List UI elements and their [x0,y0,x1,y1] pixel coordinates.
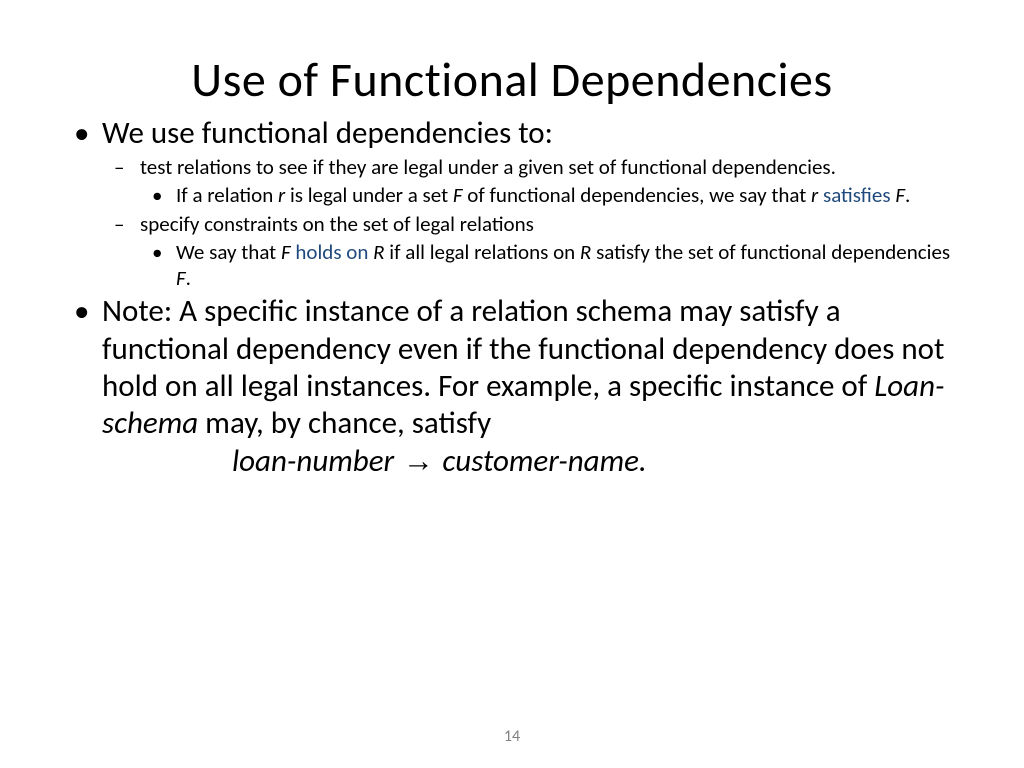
bullet-2: Note: A specific instance of a relation … [60,293,964,481]
bullet-list: We use functional dependencies to: test … [60,115,964,481]
fd-expression: loan-number → customer-name. [232,442,964,481]
t: satisfy the set of functional dependenci… [591,239,950,265]
note-text-pre: Note: A specific instance of a relation … [102,292,944,404]
var-R2: R [580,239,591,265]
t: . [186,265,191,291]
bullet-1b-sublist: We say that F holds on R if all legal re… [140,239,964,292]
slide: Use of Functional Dependencies We use fu… [0,0,1024,768]
var-F: F [453,182,463,208]
t: is legal under a set [285,182,453,208]
var-F4: F [176,265,186,291]
bullet-1a-sublist: If a relation r is legal under a set F o… [140,182,964,208]
fd-right: customer-name. [442,442,646,480]
bullet-1-sublist: test relations to see if they are legal … [102,154,964,291]
t: of functional dependencies, we say that [463,182,812,208]
note-text-post: may, by chance, satisfy [198,404,491,442]
bullet-1-text: We use functional dependencies to: [102,114,553,152]
page-number: 14 [0,727,1024,746]
fd-left: loan-number [232,442,394,480]
t: If a relation [176,182,278,208]
t: . [905,182,910,208]
var-F2: F [895,182,905,208]
arrow-icon: → [394,443,442,478]
var-R: R [373,239,384,265]
t: We say that [176,239,281,265]
bullet-1: We use functional dependencies to: test … [60,115,964,291]
bullet-1a: test relations to see if they are legal … [102,154,964,209]
var-r2: r [811,182,818,208]
bullet-1b1: We say that F holds on R if all legal re… [140,239,964,292]
bullet-1a1: If a relation r is legal under a set F o… [140,182,964,208]
kw-satisfies: satisfies [823,182,891,208]
var-F3: F [281,239,291,265]
bullet-1b-text: specify constraints on the set of legal … [140,211,534,237]
bullet-1a-text: test relations to see if they are legal … [140,154,836,180]
slide-title: Use of Functional Dependencies [60,50,964,109]
bullet-1b: specify constraints on the set of legal … [102,211,964,292]
t: if all legal relations on [385,239,580,265]
kw-holds-on: holds on [291,239,374,265]
